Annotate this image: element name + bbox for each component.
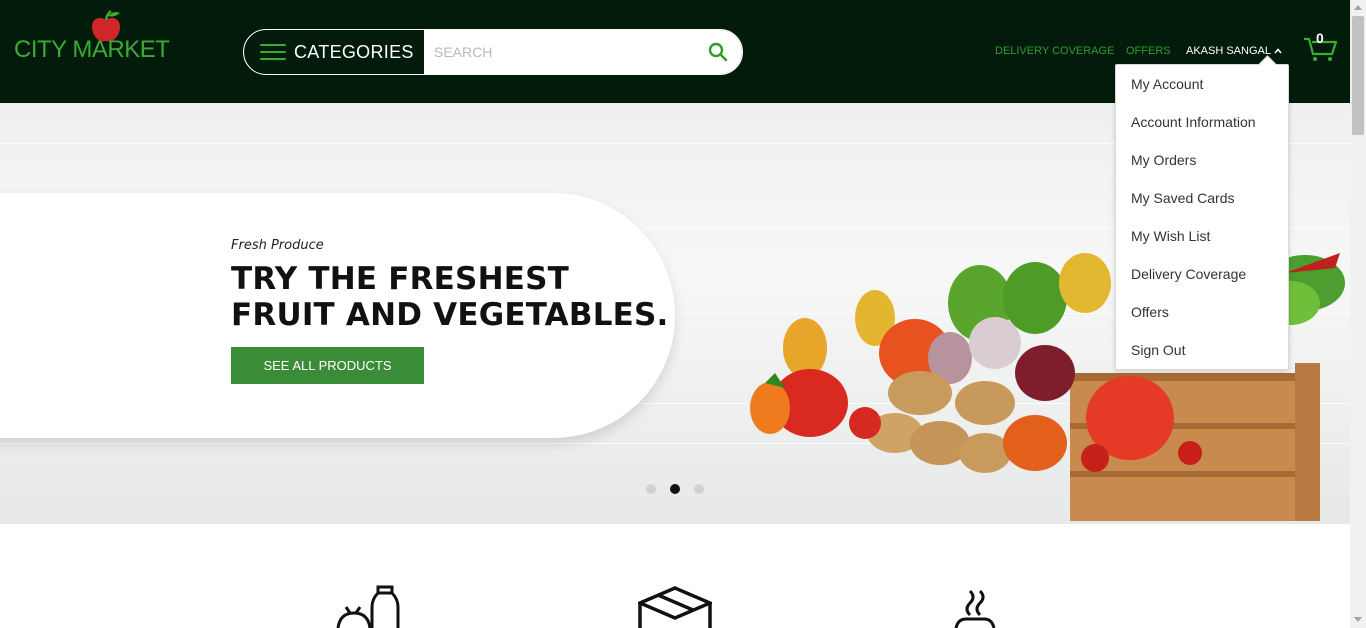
menu-item-sign-out[interactable]: Sign Out [1131, 342, 1185, 358]
slider-dot-2[interactable] [670, 484, 680, 494]
search-bar: CATEGORIES [243, 29, 743, 75]
slider-dot-1[interactable] [646, 484, 656, 494]
menu-item-offers[interactable]: Offers [1131, 304, 1169, 320]
categories-label: CATEGORIES [294, 41, 414, 62]
cart-count-badge: 0 [1316, 30, 1324, 46]
hot-food-icon [954, 589, 996, 628]
search-input[interactable] [434, 30, 694, 74]
menu-item-my-orders[interactable]: My Orders [1131, 152, 1196, 168]
grocery-icon [336, 585, 400, 628]
city-market-logo[interactable]: CITY MARKET [14, 10, 170, 66]
scrollbar-thumb[interactable] [1352, 16, 1364, 135]
logo-text: CITY MARKET [14, 36, 170, 63]
hero-title: TRY THE FRESHEST FRUIT AND VEGETABLES. [231, 261, 669, 333]
scroll-down-arrow-icon[interactable] [1354, 617, 1362, 622]
see-all-products-button[interactable]: SEE ALL PRODUCTS [231, 347, 424, 384]
slider-dot-3[interactable] [694, 484, 704, 494]
user-name: AKASH SANGAL [1186, 45, 1271, 57]
search-icon[interactable] [708, 42, 728, 62]
search-area [424, 30, 742, 74]
hero-title-line1: TRY THE FRESHEST [231, 261, 569, 297]
chevron-up-icon [1274, 48, 1282, 54]
nav-offers[interactable]: OFFERS [1126, 45, 1171, 57]
categories-button[interactable]: CATEGORIES [244, 30, 424, 74]
hero-subtitle: Fresh Produce [231, 238, 324, 253]
hamburger-menu-icon [260, 44, 286, 60]
menu-item-my-saved-cards[interactable]: My Saved Cards [1131, 190, 1234, 206]
menu-item-my-wish-list[interactable]: My Wish List [1131, 228, 1210, 244]
menu-item-my-account[interactable]: My Account [1131, 76, 1203, 92]
menu-item-account-information[interactable]: Account Information [1131, 114, 1256, 130]
slider-dots [646, 484, 704, 494]
nav-delivery-coverage[interactable]: DELIVERY COVERAGE [995, 45, 1114, 57]
menu-item-delivery-coverage[interactable]: Delivery Coverage [1131, 266, 1246, 282]
account-dropdown-menu: My Account Account Information My Orders… [1115, 64, 1289, 370]
box-icon [638, 586, 712, 628]
scroll-up-arrow-icon[interactable] [1354, 5, 1362, 10]
hero-title-line2: FRUIT AND VEGETABLES. [231, 297, 669, 333]
